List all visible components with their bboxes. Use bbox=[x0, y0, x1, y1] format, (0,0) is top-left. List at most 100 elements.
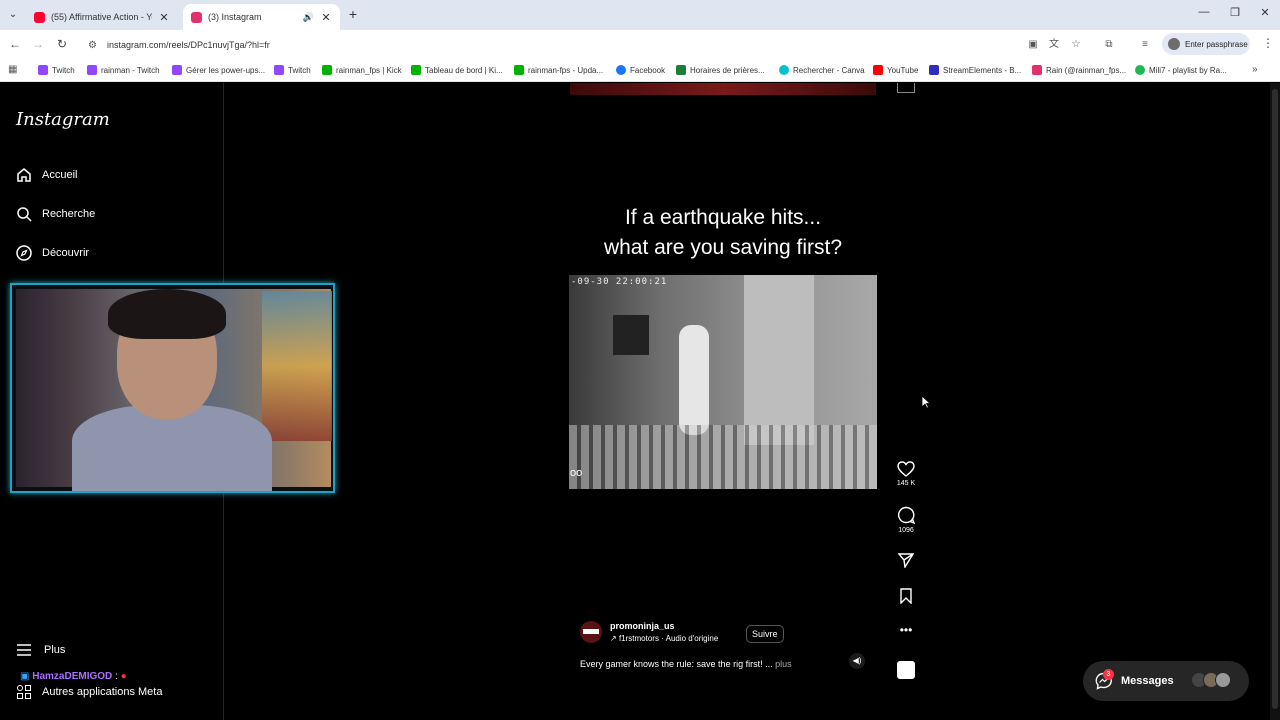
sidebar-item-label: Découvrir bbox=[42, 247, 90, 259]
tab-title: (55) Affirmative Action - YouTube bbox=[51, 12, 152, 22]
chat-separator: : bbox=[115, 671, 118, 682]
bookmark-item[interactable]: Mili7 - playlist by Ra... bbox=[1135, 64, 1227, 76]
address-bar-row: ← → ↻ ⚙ instagram.com/reels/DPc1nuvjTga/… bbox=[0, 30, 1280, 58]
bookmark-item[interactable]: rainman-fps - Upda... bbox=[514, 64, 603, 76]
bookmark-item[interactable]: Gérer les power-ups... bbox=[172, 64, 265, 76]
messages-button[interactable]: 3 Messages bbox=[1083, 661, 1249, 701]
speaker-icon[interactable]: 🔊 bbox=[303, 12, 314, 23]
more-options-icon[interactable]: ••• bbox=[893, 623, 919, 637]
sidebar-item-home[interactable]: Accueil bbox=[16, 167, 77, 183]
apps-grid-icon[interactable]: ▦ bbox=[8, 64, 17, 75]
tab-list-chevron-icon[interactable]: ⌄ bbox=[5, 7, 21, 23]
restore-icon[interactable]: ❐ bbox=[1227, 6, 1243, 19]
forward-icon[interactable]: → bbox=[30, 36, 46, 52]
bookmark-item[interactable]: Twitch bbox=[274, 64, 311, 76]
tab-youtube[interactable]: (55) Affirmative Action - YouTube ✕ bbox=[26, 4, 178, 30]
bookmark-label: Rain (@rainman_fps... bbox=[1046, 65, 1127, 75]
bookmark-item[interactable]: Horaires de prières... bbox=[676, 64, 765, 76]
reload-icon[interactable]: ↻ bbox=[54, 36, 70, 52]
bookmark-label: Facebook bbox=[630, 65, 666, 75]
more-link[interactable]: plus bbox=[773, 659, 792, 669]
prayer-times-icon bbox=[676, 65, 686, 75]
heart-icon bbox=[897, 461, 915, 477]
kick-icon bbox=[411, 65, 421, 75]
youtube-icon bbox=[873, 65, 883, 75]
like-count: 145 K bbox=[896, 480, 916, 487]
save-button[interactable] bbox=[893, 588, 919, 604]
passphrase-chip[interactable]: Enter passphrase bbox=[1162, 33, 1250, 55]
bookmark-label: Twitch bbox=[52, 65, 75, 75]
close-tab-icon[interactable]: ✕ bbox=[320, 11, 332, 24]
youtube-icon bbox=[34, 11, 45, 23]
url-text: instagram.com/reels/DPc1nuvjTga/?hl=fr bbox=[106, 40, 270, 50]
loop-icon: oo bbox=[570, 467, 583, 479]
bookmark-item[interactable]: Facebook bbox=[616, 64, 665, 76]
url-field[interactable]: ⚙ instagram.com/reels/DPc1nuvjTga/?hl=fr bbox=[80, 34, 1092, 56]
instagram-logo[interactable]: Instagram bbox=[16, 109, 110, 130]
bookmark-item[interactable]: Rain (@rainman_fps... bbox=[1032, 64, 1126, 76]
twitch-icon bbox=[172, 65, 182, 75]
sidebar-item-label: Recherche bbox=[42, 208, 96, 220]
instagram-icon bbox=[1032, 65, 1042, 75]
new-tab-icon[interactable]: + bbox=[346, 6, 360, 22]
streamelements-icon bbox=[929, 65, 939, 75]
audio-info[interactable]: ↗ f1rstmotors · Audio d'origine bbox=[610, 634, 718, 643]
bookmark-item[interactable]: YouTube bbox=[873, 64, 918, 76]
share-button[interactable] bbox=[893, 552, 919, 568]
webcam-person-hair bbox=[108, 289, 226, 339]
caption-line-2: what are you saving first? bbox=[603, 236, 843, 259]
apps-icon bbox=[17, 685, 31, 699]
back-icon[interactable]: ← bbox=[7, 36, 23, 52]
site-info-icon[interactable]: ⚙ bbox=[88, 40, 97, 51]
follow-button[interactable]: Suivre bbox=[746, 625, 784, 643]
bookmark-label: StreamElements - B... bbox=[943, 65, 1022, 75]
audio-thumbnail[interactable] bbox=[897, 661, 915, 679]
audio-label: f1rstmotors · Audio d'origine bbox=[618, 634, 719, 643]
author-avatar[interactable] bbox=[580, 621, 602, 643]
passphrase-label: Enter passphrase bbox=[1185, 39, 1248, 49]
translate-icon[interactable]: 文 bbox=[1047, 38, 1061, 52]
reel-author: promoninja_us ↗ f1rstmotors · Audio d'or… bbox=[580, 621, 718, 643]
bookmark-item[interactable]: rainman - Twitch bbox=[87, 64, 160, 76]
bookmark-item[interactable]: StreamElements - B... bbox=[929, 64, 1021, 76]
instagram-icon bbox=[191, 11, 202, 23]
volume-icon[interactable]: ◀) bbox=[849, 653, 865, 669]
author-name[interactable]: promoninja_us bbox=[610, 621, 718, 631]
comment-count: 1096 bbox=[898, 527, 914, 534]
browser-menu-icon[interactable]: ⋮ bbox=[1262, 36, 1274, 50]
like-button[interactable]: 145 K bbox=[893, 461, 919, 487]
bookmark-label: Gérer les power-ups... bbox=[186, 65, 266, 75]
twitch-icon bbox=[87, 65, 97, 75]
messages-badge: 3 bbox=[1103, 669, 1114, 680]
reel-video[interactable]: -09-30 22:00:21 oo bbox=[569, 275, 877, 489]
minimize-icon[interactable]: — bbox=[1196, 6, 1212, 18]
sidebar-item-label: Accueil bbox=[42, 169, 78, 181]
tab-instagram[interactable]: (3) Instagram 🔊 ✕ bbox=[183, 4, 340, 30]
install-icon[interactable]: ▣ bbox=[1026, 38, 1040, 52]
bookmark-item[interactable]: rainman_fps | Kick bbox=[322, 64, 402, 76]
bookmark-item[interactable]: Tableau de bord | Ki... bbox=[411, 64, 503, 76]
chat-badge-icon: ▣ bbox=[20, 671, 30, 682]
bookmark-label: Horaires de prières... bbox=[690, 65, 765, 75]
sidebar-item-search[interactable]: Recherche bbox=[16, 206, 95, 222]
more-bookmarks-icon[interactable]: » bbox=[1252, 64, 1258, 75]
kick-icon bbox=[514, 65, 524, 75]
media-icon[interactable]: ≡ bbox=[1138, 38, 1152, 52]
star-icon[interactable]: ☆ bbox=[1069, 38, 1083, 52]
sidebar-item-explore[interactable]: Découvrir bbox=[16, 245, 89, 261]
close-window-icon[interactable]: ✕ bbox=[1257, 6, 1273, 19]
extensions-icon[interactable]: ⧉ bbox=[1102, 38, 1116, 52]
previous-reel-icon[interactable] bbox=[897, 83, 915, 93]
webcam-overlay bbox=[10, 283, 335, 493]
close-tab-icon[interactable]: ✕ bbox=[158, 11, 170, 24]
reel-overlay-caption: If a earthquake hits... what are you sav… bbox=[570, 203, 876, 263]
sidebar-item-meta-apps[interactable]: Autres applications Meta bbox=[16, 684, 162, 700]
bookmark-item[interactable]: Rechercher - Canva bbox=[779, 64, 865, 76]
webcam-poster bbox=[262, 291, 332, 441]
comment-button[interactable]: 1096 bbox=[893, 506, 919, 534]
sidebar-item-more[interactable]: Plus bbox=[16, 643, 65, 657]
scrollbar-thumb[interactable] bbox=[1272, 89, 1278, 709]
page-scrollbar[interactable] bbox=[1270, 83, 1280, 720]
bookmark-label: Tableau de bord | Ki... bbox=[425, 65, 503, 75]
bookmark-item[interactable]: Twitch bbox=[38, 64, 75, 76]
